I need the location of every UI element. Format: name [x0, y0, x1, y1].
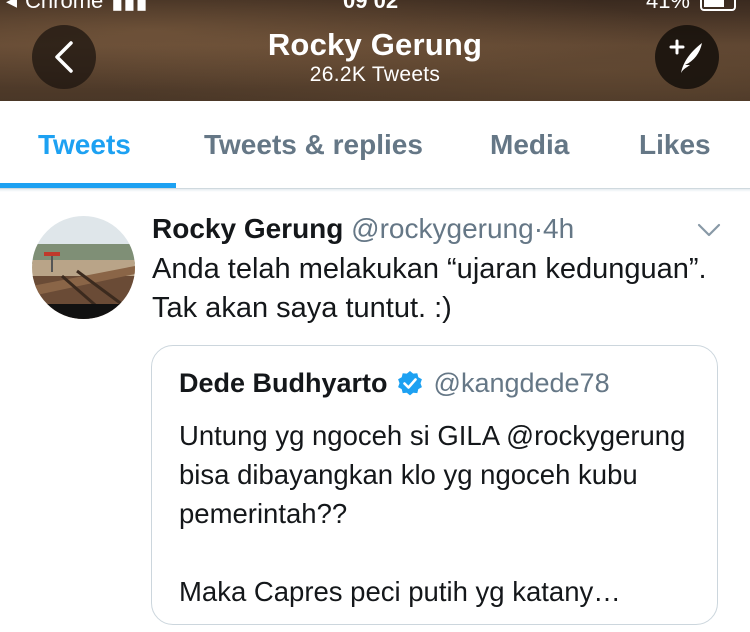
header-title: Rocky Gerung [267, 27, 483, 62]
compose-tweet-icon [669, 39, 702, 73]
status-bar: ◂ Chrome ▮▮▮ 09 02 41% [0, 0, 750, 13]
battery-percent: 41% [645, 0, 690, 13]
quoted-tweet-author-line: Dede Budhyarto @kangdede78 [179, 368, 610, 399]
status-left: ◂ Chrome ▮▮▮ [6, 0, 148, 14]
tweet-separator: · [533, 213, 544, 244]
active-tab-indicator [0, 183, 176, 188]
tabs-divider [0, 189, 750, 192]
status-right: 41% [646, 0, 736, 14]
quoted-author-name: Dede Budhyarto [179, 368, 388, 398]
tweet-author-line[interactable]: Rocky Gerung @rockygerung·4h [152, 213, 574, 245]
verified-badge-icon [397, 370, 422, 395]
carrier-label: Chrome [25, 0, 104, 13]
tweet-author-name: Rocky Gerung [152, 213, 344, 244]
status-time: 09 02 [343, 0, 399, 13]
tab-tweets[interactable]: Tweets [38, 129, 131, 161]
header-tweet-count: 26.2K Tweets [309, 63, 441, 86]
quoted-tweet-text: Untung yg ngoceh si GILA @rockygerung bi… [179, 420, 686, 607]
quoted-tweet-card[interactable]: Dede Budhyarto @kangdede78 Untung yg ngo… [151, 345, 718, 625]
tab-media[interactable]: Media [490, 129, 569, 161]
profile-tabs: Tweets Tweets & replies Media Likes [0, 101, 750, 189]
tab-tweets-and-replies[interactable]: Tweets & replies [204, 129, 423, 161]
avatar[interactable] [32, 216, 135, 319]
signal-icon: ▮▮▮ [111, 0, 148, 13]
battery-icon [700, 0, 736, 11]
compose-tweet-button[interactable] [655, 25, 719, 89]
tweet-author-handle: @rockygerung [351, 213, 534, 244]
profile-header: ◂ Chrome ▮▮▮ 09 02 41% Rocky Gerung 26.2… [0, 0, 750, 101]
back-to-app-icon: ◂ [6, 0, 18, 13]
tweet-time: 4h [543, 213, 575, 244]
avatar-image [32, 216, 135, 319]
tab-likes[interactable]: Likes [639, 129, 711, 161]
tweet-text: Anda telah melakukan “ujaran kedunguan”.… [152, 253, 707, 324]
quoted-author-handle: @kangdede78 [433, 368, 610, 398]
chevron-down-icon[interactable] [696, 218, 722, 242]
